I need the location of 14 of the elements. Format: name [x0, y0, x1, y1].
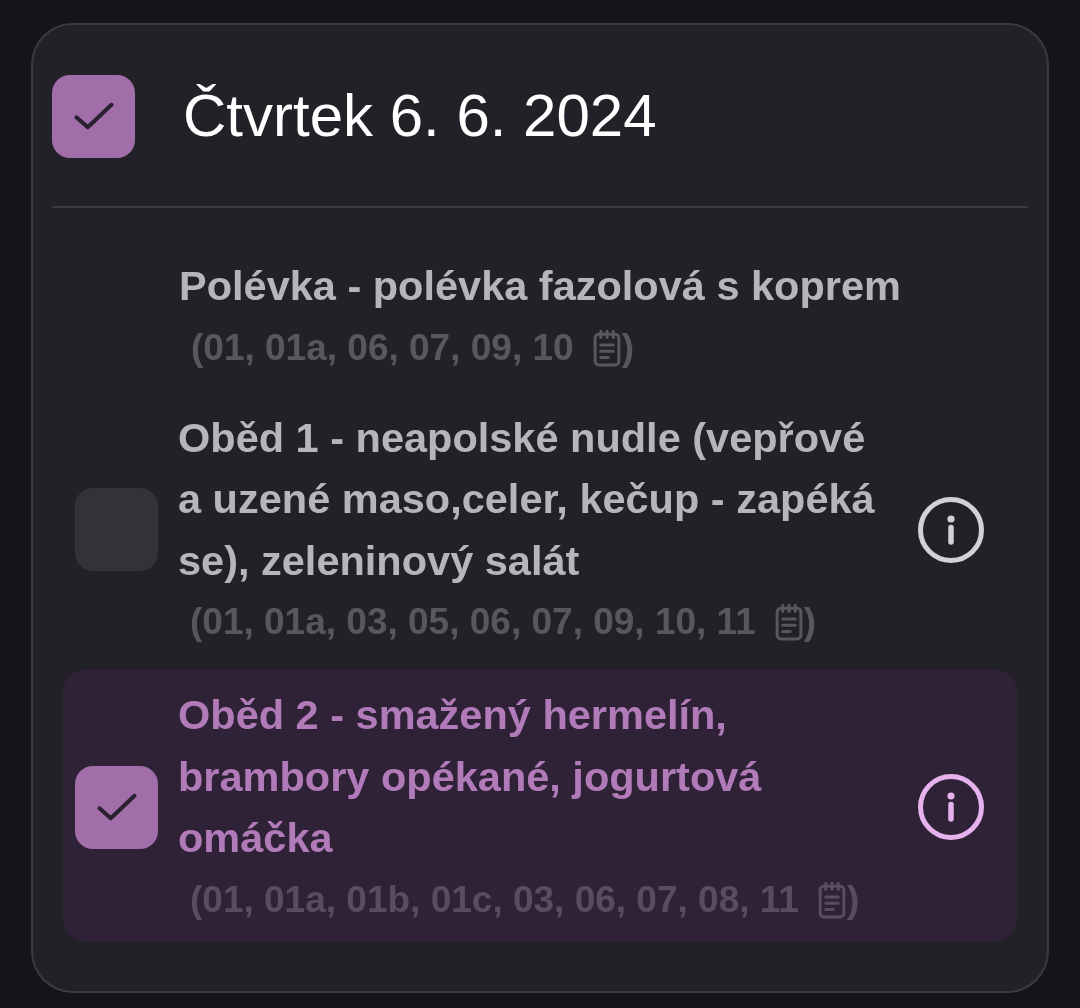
closing-parenthesis: ) [803, 600, 817, 645]
info-icon[interactable] [918, 774, 984, 841]
info-icon[interactable] [918, 496, 984, 563]
notepad-icon [773, 603, 804, 641]
closing-parenthesis: ) [846, 877, 860, 922]
day-checkbox[interactable] [52, 74, 135, 158]
day-title: Čtvrtek 6. 6. 2024 [183, 81, 657, 151]
soup-name: Polévka - polévka fazolová s koprem [179, 261, 902, 311]
notepad-icon [816, 880, 847, 919]
notepad-icon [591, 328, 622, 367]
meal-checkbox[interactable] [75, 765, 158, 849]
meal-name: Oběd 1 - neapolské nudle (vepřové a uzené maso,celer, kečup - zapéká se), zeleninový salát [178, 412, 876, 586]
closing-parenthesis: ) [621, 325, 634, 370]
meal-name: Oběd 2 - smažený hermelín, brambory opékané, jogurtová omáčka [178, 690, 763, 863]
